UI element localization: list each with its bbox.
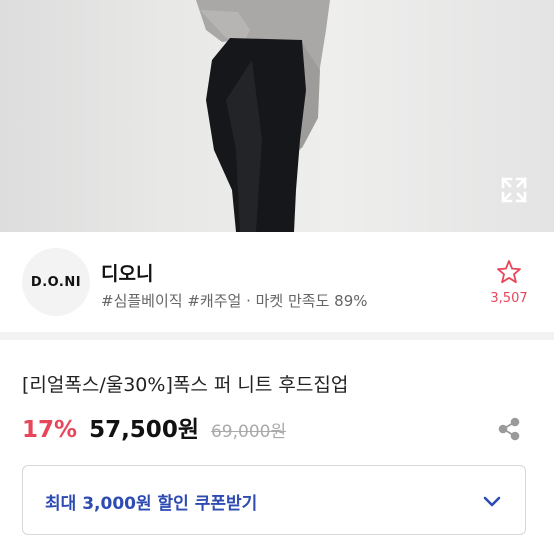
discount-rate: 17% (22, 417, 78, 443)
expand-icon[interactable] (496, 172, 532, 208)
share-icon[interactable] (496, 416, 522, 442)
shop-tags: #심플베이직 #캐주얼 · 마켓 만족도 89% (101, 292, 368, 310)
shop-name[interactable]: 디오니 (101, 259, 153, 286)
product-photo[interactable] (0, 0, 554, 232)
favorite-button[interactable]: 3,507 (482, 258, 536, 306)
sale-price: 57,500원 (89, 417, 199, 443)
coupon-download-button[interactable]: 최대 3,000원 할인 쿠폰받기 (22, 465, 526, 535)
coupon-label: 최대 3,000원 할인 쿠폰받기 (45, 494, 258, 514)
product-title: [리얼폭스/울30%]폭스 퍼 니트 후드집업 (22, 374, 349, 396)
shop-info[interactable]: D.O.NI 디오니 #심플베이직 #캐주얼 · 마켓 만족도 89% 3,50… (0, 232, 554, 332)
shop-logo[interactable]: D.O.NI (22, 248, 90, 316)
shop-logo-text: D.O.NI (30, 274, 82, 290)
section-divider (0, 332, 554, 340)
price-row: 17% 57,500원 69,000원 (22, 410, 286, 444)
favorite-count: 3,507 (490, 291, 528, 306)
model-photo (196, 0, 330, 232)
original-price: 69,000원 (210, 422, 287, 442)
star-outline-icon (497, 260, 521, 284)
chevron-down-icon (483, 496, 501, 507)
